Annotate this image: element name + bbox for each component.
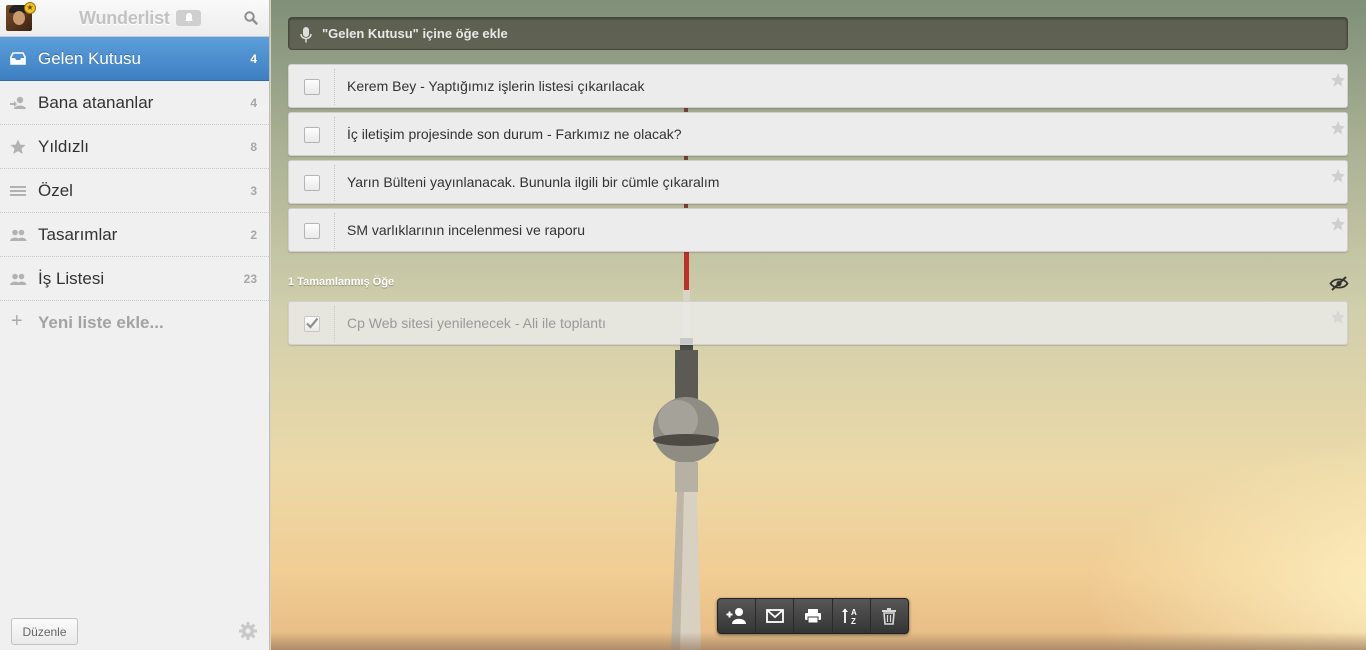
edit-button[interactable]: Düzenle: [11, 618, 78, 645]
star-icon[interactable]: [1330, 168, 1346, 184]
star-icon[interactable]: [1330, 120, 1346, 136]
sort-list-button[interactable]: A Z: [833, 599, 871, 633]
svg-text:A: A: [851, 608, 857, 617]
sidebar-item-count: 4: [250, 52, 257, 66]
task-text: Kerem Bey - Yaptığımız işlerin listesi ç…: [347, 78, 645, 94]
task-checkbox[interactable]: [304, 175, 320, 191]
task-row[interactable]: SM varlıklarının incelenmesi ve raporu: [288, 208, 1348, 252]
task-row[interactable]: İç iletişim projesinde son durum - Farkı…: [288, 112, 1348, 156]
assigned-user-icon: [10, 96, 26, 109]
sidebar-item-count: 4: [250, 96, 257, 110]
sidebar-item-label: Tasarımlar: [38, 225, 118, 244]
add-task-bar: [288, 17, 1348, 50]
sidebar-item-count: 3: [250, 184, 257, 198]
print-list-button[interactable]: [794, 599, 833, 633]
checkmark-icon: [306, 317, 319, 329]
divider: [334, 117, 335, 153]
city-skyline: [271, 632, 1366, 650]
star-icon[interactable]: [1330, 72, 1346, 88]
completed-task-row[interactable]: Cp Web sitesi yenilenecek - Ali ile topl…: [288, 301, 1348, 345]
print-icon: [805, 609, 821, 624]
delete-list-button[interactable]: [871, 599, 908, 633]
task-row[interactable]: Kerem Bey - Yaptığımız işlerin listesi ç…: [288, 64, 1348, 108]
sidebar-item-count: 8: [250, 140, 257, 154]
email-list-button[interactable]: [756, 599, 795, 633]
add-person-icon: [726, 608, 746, 624]
divider: [334, 165, 335, 201]
sidebar-item-work-list[interactable]: İş Listesi 23: [0, 257, 269, 301]
gear-icon[interactable]: [238, 621, 258, 641]
add-new-list-button[interactable]: + Yeni liste ekle...: [0, 301, 269, 345]
sidebar-header: ★ Wunderlist: [0, 0, 269, 37]
notifications-bell-icon[interactable]: [176, 10, 201, 26]
sidebar-item-label: İş Listesi: [38, 269, 105, 288]
search-icon[interactable]: [242, 9, 260, 27]
task-text: Yarın Bülteni yayınlanacak. Bununla ilgi…: [347, 174, 720, 190]
sidebar: ★ Wunderlist Gelen Kutusu 4 Bana atananl…: [0, 0, 270, 650]
sidebar-item-assigned[interactable]: Bana atananlar 4: [0, 81, 269, 125]
divider: [334, 213, 335, 249]
app-title: Wunderlist: [79, 8, 170, 28]
inbox-icon: [10, 52, 26, 65]
list-actions-toolbar: A Z: [717, 598, 909, 634]
completed-items-heading[interactable]: 1 Tamamlanmış Öğe: [288, 276, 394, 288]
hide-completed-eye-icon[interactable]: [1329, 275, 1349, 292]
task-row[interactable]: Yarın Bülteni yayınlanacak. Bununla ilgi…: [288, 160, 1348, 204]
plus-icon: +: [11, 310, 23, 332]
star-badge-icon: ★: [24, 2, 36, 14]
task-checkbox[interactable]: [304, 79, 320, 95]
sidebar-item-label: Gelen Kutusu: [38, 49, 142, 68]
task-checkbox[interactable]: [304, 127, 320, 143]
add-new-list-label: Yeni liste ekle...: [38, 313, 164, 332]
shared-users-icon: [10, 273, 27, 285]
divider: [334, 69, 335, 105]
sidebar-item-inbox[interactable]: Gelen Kutusu 4: [0, 37, 269, 81]
sidebar-item-label: Bana atananlar: [38, 93, 154, 112]
sidebar-item-label: Yıldızlı: [38, 137, 90, 156]
task-checkbox[interactable]: [304, 223, 320, 239]
star-icon: [10, 139, 26, 154]
star-icon[interactable]: [1330, 216, 1346, 232]
sidebar-item-count: 2: [250, 228, 257, 242]
sidebar-item-count: 23: [243, 272, 257, 286]
list-icon: [10, 186, 26, 196]
email-icon: [765, 609, 784, 623]
trash-icon: [882, 608, 897, 625]
sidebar-item-label: Özel: [38, 181, 73, 200]
share-list-button[interactable]: [718, 599, 757, 633]
shared-users-icon: [10, 229, 27, 241]
task-checkbox-checked[interactable]: [304, 316, 320, 332]
svg-text:Z: Z: [851, 617, 856, 625]
star-icon[interactable]: [1330, 309, 1346, 325]
task-text: Cp Web sitesi yenilenecek - Ali ile topl…: [347, 315, 606, 331]
task-text: İç iletişim projesinde son durum - Farkı…: [347, 126, 682, 142]
microphone-icon[interactable]: [299, 26, 313, 44]
sidebar-item-starred[interactable]: Yıldızlı 8: [0, 125, 269, 169]
sidebar-item-private[interactable]: Özel 3: [0, 169, 269, 213]
task-text: SM varlıklarının incelenmesi ve raporu: [347, 222, 586, 238]
sort-az-icon: A Z: [842, 608, 857, 625]
divider: [334, 306, 335, 342]
sidebar-item-designs[interactable]: Tasarımlar 2: [0, 213, 269, 257]
add-task-input[interactable]: [322, 18, 1332, 49]
